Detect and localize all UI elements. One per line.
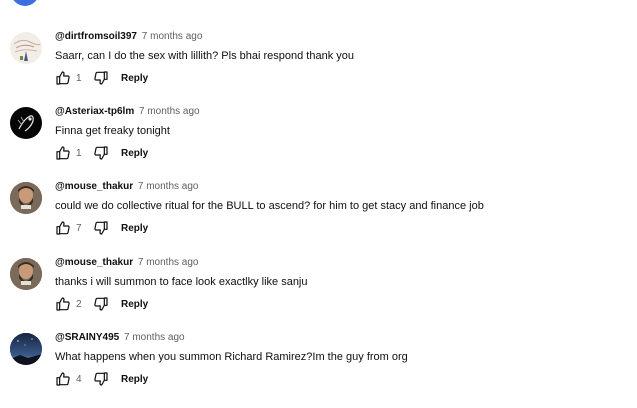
like-count: 4 xyxy=(76,373,82,385)
thumbs-down-icon xyxy=(94,146,108,160)
reply-button[interactable]: Reply xyxy=(121,148,148,159)
like-button[interactable] xyxy=(54,144,72,162)
thumbs-down-icon xyxy=(94,372,108,386)
avatar[interactable] xyxy=(10,258,42,290)
comment-text: Finna get freaky tonight xyxy=(55,125,170,137)
comment-header: @Asteriax-tp6lm 7 months ago xyxy=(55,106,200,117)
thumbs-up-icon xyxy=(56,297,70,311)
like-button[interactable] xyxy=(54,370,72,388)
reply-button[interactable]: Reply xyxy=(121,299,148,310)
comment-author[interactable]: @Asteriax-tp6lm xyxy=(55,106,134,117)
thumbs-down-icon xyxy=(94,221,108,235)
comment-actions: 2 Reply xyxy=(54,295,148,313)
partial-avatar[interactable] xyxy=(11,0,39,6)
like-count: 1 xyxy=(76,72,82,84)
dislike-button[interactable] xyxy=(92,144,110,162)
avatar[interactable] xyxy=(10,333,42,365)
comment-header: @dirtfromsoil397 7 months ago xyxy=(55,31,202,42)
comment-time[interactable]: 7 months ago xyxy=(138,257,199,268)
thumbs-up-icon xyxy=(56,372,70,386)
comment-author[interactable]: @SRAINY495 xyxy=(55,332,119,343)
comment-item: @Asteriax-tp6lm 7 months ago Finna get f… xyxy=(0,106,637,182)
comment-actions: 1 Reply xyxy=(54,69,148,87)
comment-text: could we do collective ritual for the BU… xyxy=(55,200,484,212)
reply-button[interactable]: Reply xyxy=(121,223,148,234)
comment-author[interactable]: @dirtfromsoil397 xyxy=(55,31,137,42)
thumbs-up-icon xyxy=(56,221,70,235)
comment-item: @dirtfromsoil397 7 months ago Saarr, can… xyxy=(0,31,637,107)
comment-author[interactable]: @mouse_thakur xyxy=(55,181,133,192)
comment-actions: 7 Reply xyxy=(54,219,148,237)
comment-actions: 1 Reply xyxy=(54,144,148,162)
comment-text: thanks i will summon to face look exactl… xyxy=(55,276,308,288)
comment-time[interactable]: 7 months ago xyxy=(139,106,200,117)
like-button[interactable] xyxy=(54,295,72,313)
dislike-button[interactable] xyxy=(92,370,110,388)
comment-actions: 4 Reply xyxy=(54,370,148,388)
comment-text: Saarr, can I do the sex with lillith? Pl… xyxy=(55,50,355,62)
like-count: 2 xyxy=(76,298,82,310)
dislike-button[interactable] xyxy=(92,69,110,87)
thumbs-down-icon xyxy=(94,297,108,311)
avatar[interactable] xyxy=(10,107,42,139)
comment-time[interactable]: 7 months ago xyxy=(124,332,185,343)
like-button[interactable] xyxy=(54,69,72,87)
comment-time[interactable]: 7 months ago xyxy=(142,31,203,42)
reply-button[interactable]: Reply xyxy=(121,374,148,385)
comment-author[interactable]: @mouse_thakur xyxy=(55,257,133,268)
avatar[interactable] xyxy=(10,182,42,214)
comment-text: What happens when you summon Richard Ram… xyxy=(55,351,408,363)
comment-item: @mouse_thakur 7 months ago thanks i will… xyxy=(0,257,637,333)
comment-item: @SRAINY495 7 months ago What happens whe… xyxy=(0,332,637,408)
thumbs-up-icon xyxy=(56,71,70,85)
dislike-button[interactable] xyxy=(92,219,110,237)
like-count: 1 xyxy=(76,147,82,159)
comment-time[interactable]: 7 months ago xyxy=(138,181,199,192)
like-button[interactable] xyxy=(54,219,72,237)
dislike-button[interactable] xyxy=(92,295,110,313)
avatar[interactable] xyxy=(10,32,42,64)
comment-item: @mouse_thakur 7 months ago could we do c… xyxy=(0,181,637,257)
comment-header: @mouse_thakur 7 months ago xyxy=(55,257,199,268)
reply-button[interactable]: Reply xyxy=(121,73,148,84)
comment-header: @SRAINY495 7 months ago xyxy=(55,332,185,343)
thumbs-up-icon xyxy=(56,146,70,160)
thumbs-down-icon xyxy=(94,71,108,85)
like-count: 7 xyxy=(76,222,82,234)
comment-header: @mouse_thakur 7 months ago xyxy=(55,181,199,192)
